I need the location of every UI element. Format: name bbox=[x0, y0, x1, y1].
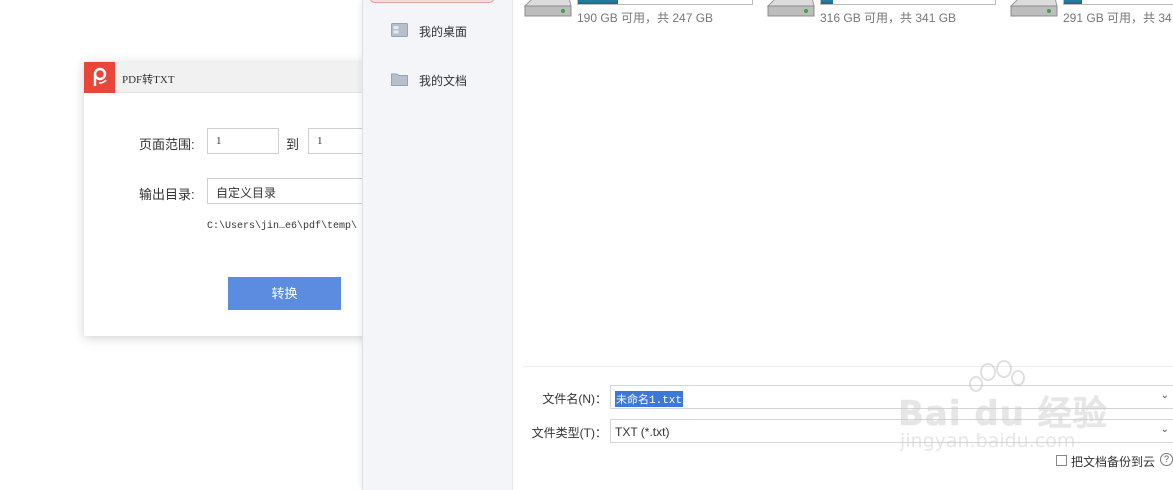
chevron-down-icon[interactable]: ⌄ bbox=[1161, 390, 1169, 401]
convert-button[interactable]: 转换 bbox=[228, 277, 341, 310]
page-range-label: 页面范围: bbox=[139, 137, 195, 152]
drive-caption: 291 GB 可用，共 34 bbox=[1063, 11, 1172, 25]
drive-caption: 316 GB 可用，共 341 GB bbox=[820, 11, 957, 25]
chevron-down-icon[interactable]: ⌄ bbox=[1161, 424, 1169, 435]
drive-usage-bar bbox=[820, 0, 996, 5]
output-path-text: C:\Users\jin…e6\pdf\temp\ bbox=[207, 221, 358, 232]
drive-item[interactable]: 190 GB 可用，共 247 GB bbox=[523, 0, 763, 26]
filetype-label: 文件类型(T)： bbox=[531, 426, 607, 440]
nav-item-label: 我的文档 bbox=[419, 74, 468, 88]
navigation-pane: 我的桌面 我的文档 bbox=[363, 0, 513, 490]
drive-usage-bar bbox=[1063, 0, 1173, 5]
filename-label: 文件名(N)： bbox=[542, 392, 607, 406]
filename-input[interactable]: 未命名1.txt ⌄ bbox=[610, 385, 1173, 409]
drive-usage-fill bbox=[1064, 0, 1082, 4]
to-label: 到 bbox=[286, 137, 300, 152]
drive-item[interactable]: 316 GB 可用，共 341 GB bbox=[766, 0, 1006, 26]
output-dir-select[interactable]: 自定义目录 bbox=[207, 178, 384, 204]
dialog-title: PDF转TXT bbox=[122, 74, 175, 86]
hard-drive-icon bbox=[766, 0, 815, 17]
output-dir-label: 输出目录: bbox=[139, 187, 195, 202]
nav-selected-item[interactable] bbox=[369, 0, 495, 3]
desktop-icon bbox=[391, 23, 408, 37]
page-from-input[interactable]: 1 bbox=[207, 128, 279, 154]
filetype-value: TXT (*.txt) bbox=[615, 425, 670, 439]
filename-selected-text: 未命名1.txt bbox=[615, 391, 684, 407]
divider bbox=[523, 366, 1173, 367]
hard-drive-icon bbox=[1009, 0, 1058, 17]
nav-item-desktop[interactable]: 我的桌面 bbox=[391, 20, 501, 42]
hard-drive-icon bbox=[523, 0, 572, 17]
nav-item-label: 我的桌面 bbox=[419, 25, 468, 39]
drive-caption: 190 GB 可用，共 247 GB bbox=[577, 11, 714, 25]
dialog-titlebar[interactable]: PDF转TXT bbox=[84, 62, 384, 93]
folder-icon bbox=[391, 72, 408, 86]
backup-to-cloud-checkbox[interactable] bbox=[1056, 455, 1067, 466]
drive-item[interactable]: 291 GB 可用，共 34 bbox=[1009, 0, 1173, 26]
nav-item-documents[interactable]: 我的文档 bbox=[391, 69, 501, 91]
save-file-dialog: 我的桌面 我的文档 190 GB 可用，共 247 GB 316 GB 可用，共… bbox=[362, 0, 1173, 490]
filetype-select[interactable]: TXT (*.txt) ⌄ bbox=[610, 419, 1173, 443]
drive-usage-bar bbox=[577, 0, 753, 5]
backup-to-cloud-label: 把文档备份到云 bbox=[1071, 455, 1156, 469]
screen: PDF转TXT 页面范围: 1 到 1 输出目录: 自定义目录 C:\Users… bbox=[0, 0, 1173, 490]
pdf-to-txt-dialog: PDF转TXT 页面范围: 1 到 1 输出目录: 自定义目录 C:\Users… bbox=[84, 62, 384, 336]
help-icon[interactable]: ? bbox=[1160, 453, 1173, 466]
drive-usage-fill bbox=[578, 0, 619, 4]
pdf-app-logo-icon bbox=[84, 62, 115, 93]
drive-usage-fill bbox=[821, 0, 834, 4]
